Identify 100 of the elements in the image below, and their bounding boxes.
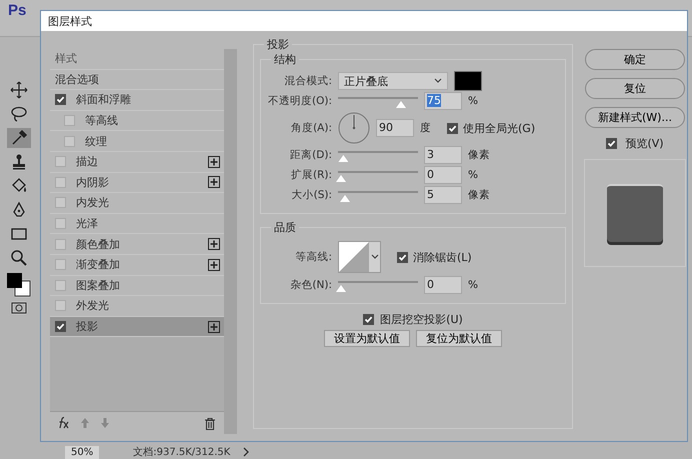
option-label: 预览(V): [625, 136, 664, 151]
style-label: 内阴影: [76, 174, 110, 190]
number-field[interactable]: 0: [424, 276, 462, 294]
style-item[interactable]: 投影: [50, 316, 224, 338]
style-item[interactable]: 内发光: [50, 193, 224, 214]
slider[interactable]: [338, 281, 418, 295]
checkbox[interactable]: [55, 197, 66, 208]
checkbox[interactable]: [55, 280, 66, 291]
bucket-icon[interactable]: [10, 177, 28, 195]
style-label: 光泽: [76, 216, 99, 232]
style-item[interactable]: 光泽: [50, 214, 224, 234]
quick-mask-icon[interactable]: [11, 302, 27, 314]
checkbox[interactable]: [64, 115, 75, 126]
default-button[interactable]: 复位为默认值: [416, 330, 502, 347]
trash-icon[interactable]: [204, 416, 216, 430]
style-item[interactable]: 描边: [50, 152, 224, 173]
zoom-field[interactable]: 50%: [65, 446, 100, 458]
section-title: 投影: [266, 37, 290, 52]
field-label: 角度(A):: [290, 121, 332, 135]
dialog-button[interactable]: 复位: [585, 78, 685, 99]
checkbox[interactable]: [447, 122, 458, 134]
zoom-icon[interactable]: [10, 249, 28, 267]
add-icon[interactable]: [208, 238, 220, 250]
blend-mode-dropdown[interactable]: 正片叠底: [338, 72, 448, 90]
color-swatch[interactable]: [454, 71, 482, 91]
number-field[interactable]: 0: [424, 166, 462, 184]
dialog-button[interactable]: 新建样式(W)...: [585, 107, 685, 128]
field-label: 混合模式:: [283, 74, 332, 88]
option-label: 使用全局光(G): [463, 120, 536, 136]
stamp-icon[interactable]: [10, 153, 28, 171]
style-item[interactable]: 内阴影: [50, 172, 224, 194]
number-field[interactable]: 90: [376, 119, 414, 137]
checkbox[interactable]: [397, 252, 408, 262]
checkbox[interactable]: [55, 176, 66, 188]
style-item[interactable]: 颜色叠加: [50, 234, 224, 255]
style-item[interactable]: 混合选项: [50, 70, 224, 90]
checkbox[interactable]: [55, 218, 66, 230]
field-label: 距离(D):: [289, 148, 332, 162]
slider-thumb[interactable]: [396, 101, 406, 108]
style-item[interactable]: 等高线: [50, 110, 224, 132]
unit-label: 度: [420, 121, 431, 135]
slider[interactable]: [338, 97, 418, 111]
dialog-button[interactable]: 确定: [585, 49, 685, 70]
number-field[interactable]: 3: [424, 146, 462, 164]
field-label: 大小(S):: [290, 188, 332, 202]
slider-thumb[interactable]: [336, 175, 346, 182]
option-label: 图层挖空投影(U): [380, 312, 463, 327]
checkbox[interactable]: [55, 321, 66, 332]
checkbox[interactable]: [55, 156, 66, 168]
slider-thumb[interactable]: [338, 155, 348, 162]
option-label: 消除锯齿(L): [413, 250, 472, 264]
group-title: 品质: [273, 220, 297, 235]
style-label: 等高线: [85, 113, 119, 128]
lasso-icon[interactable]: [10, 105, 28, 123]
style-label: 描边: [76, 154, 99, 170]
contour-picker[interactable]: [338, 241, 381, 273]
style-label: 内发光: [76, 195, 110, 210]
unit-label: 像素: [468, 188, 490, 202]
dialog-title: 图层样式: [48, 14, 92, 28]
checkbox[interactable]: [363, 314, 374, 325]
number-field[interactable]: 75: [424, 92, 462, 110]
add-icon[interactable]: [208, 156, 220, 168]
checkbox[interactable]: [55, 259, 66, 270]
checkbox[interactable]: [606, 138, 618, 149]
slider-thumb[interactable]: [336, 285, 346, 292]
caret-icon: [434, 78, 442, 84]
list-header: 样式: [50, 49, 224, 70]
slider[interactable]: [338, 151, 418, 165]
style-item[interactable]: 渐变叠加: [50, 254, 224, 276]
add-icon[interactable]: [208, 320, 220, 333]
add-icon[interactable]: [208, 176, 220, 188]
style-label: 斜面和浮雕: [76, 92, 132, 108]
color-swatches-icon[interactable]: [6, 272, 32, 298]
checkbox[interactable]: [55, 300, 66, 312]
unit-label: 像素: [468, 148, 490, 162]
chevron-icon[interactable]: [242, 447, 250, 457]
contour-preview-icon: [339, 242, 369, 272]
style-item[interactable]: 外发光: [50, 296, 224, 317]
caret-icon: [371, 254, 379, 260]
number-field[interactable]: 5: [424, 186, 462, 204]
group-title: 结构: [273, 52, 297, 67]
checkbox[interactable]: [64, 136, 75, 147]
field-label: 扩展(R):: [290, 168, 332, 182]
style-label: 颜色叠加: [76, 236, 121, 252]
add-icon[interactable]: [208, 258, 220, 271]
slider[interactable]: [338, 171, 418, 185]
default-button[interactable]: 设置为默认值: [324, 330, 410, 347]
checkbox[interactable]: [55, 238, 66, 250]
move-icon[interactable]: [10, 81, 28, 99]
style-label: 渐变叠加: [76, 257, 121, 272]
style-label: 外发光: [76, 298, 110, 314]
style-item[interactable]: 图案叠加: [50, 276, 224, 296]
slider-thumb[interactable]: [340, 195, 350, 202]
app-logo: Ps: [8, 1, 26, 21]
style-item[interactable]: 斜面和浮雕: [50, 90, 224, 111]
style-item[interactable]: 纹理: [50, 131, 224, 152]
checkbox[interactable]: [55, 94, 66, 106]
slider[interactable]: [338, 191, 418, 205]
unit-label: %: [468, 95, 478, 107]
unit-label: %: [468, 169, 478, 181]
